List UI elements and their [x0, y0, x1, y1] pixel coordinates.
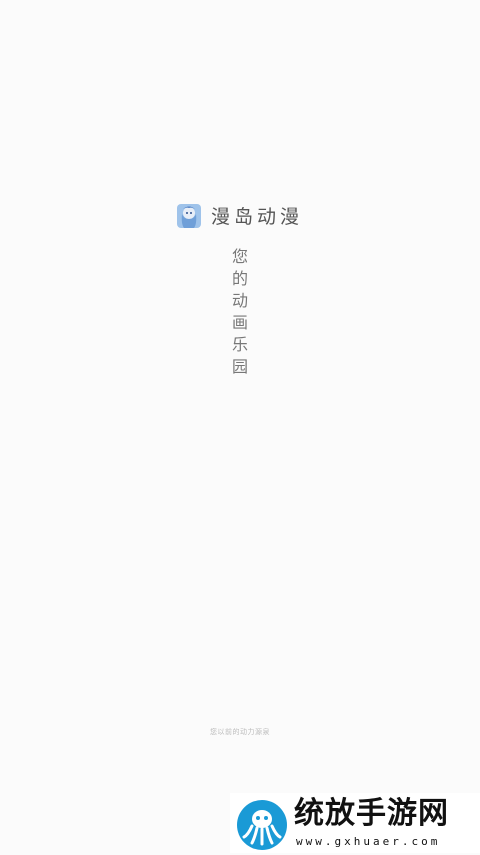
tagline-char: 乐 — [231, 335, 248, 354]
tagline-char: 动 — [231, 291, 248, 310]
watermark-title: 统放手游网 — [294, 796, 449, 831]
tagline-char: 的 — [231, 269, 248, 288]
site-watermark: 统放手游网 www.gxhuaer.com — [230, 793, 480, 853]
footer-caption: 您以前的动力源泉 — [210, 728, 270, 736]
app-logo-icon — [176, 203, 201, 228]
tagline-char: 画 — [231, 313, 248, 332]
watermark-url: www.gxhuaer.com — [296, 835, 441, 848]
app-brand: 漫岛动漫 — [0, 202, 480, 229]
app-name: 漫岛动漫 — [210, 206, 303, 228]
tagline-char: 园 — [231, 357, 248, 376]
tagline-char: 您 — [231, 247, 248, 266]
octopus-logo-icon — [237, 800, 287, 850]
tagline: 您 的 动 画 乐 园 — [230, 246, 250, 378]
